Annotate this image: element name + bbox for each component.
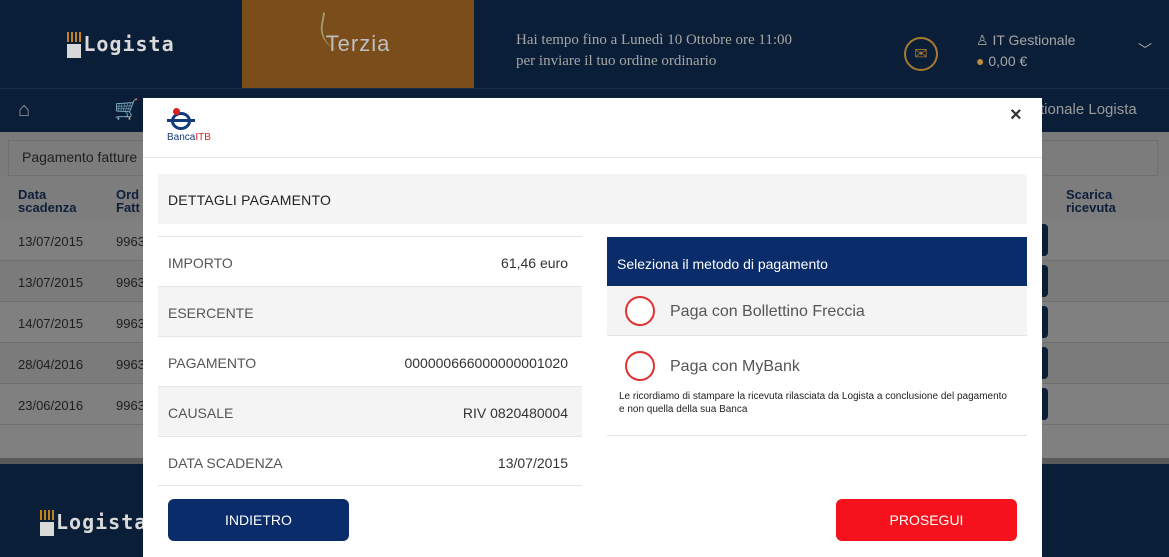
user-balance: 0,00 € — [988, 53, 1028, 69]
breadcrumb: Pagamento fatture — [22, 149, 138, 165]
mail-icon[interactable]: ✉ — [904, 37, 938, 71]
option-label[interactable]: Paga con Bollettino Freccia — [670, 303, 865, 321]
detail-row: PAGAMENTO 000000666000000001020 — [158, 336, 582, 386]
continue-button[interactable]: PROSEGUI — [836, 499, 1017, 541]
payment-details: IMPORTO 61,46 euro ESERCENTE PAGAMENTO 000… — [158, 236, 582, 486]
home-icon[interactable]: ⌂ — [18, 99, 30, 122]
bank-name: BancaITB — [167, 132, 211, 143]
user-menu[interactable]: ♙ IT Gestionale ● 0,00 € ﹀ — [976, 30, 1152, 72]
cart-icon[interactable]: 🛒 — [114, 97, 139, 122]
logista-logo[interactable]: Logista — [0, 0, 242, 88]
order-deadline-notice: Hai tempo fino a Lunedì 10 Ottobre ore 1… — [516, 32, 793, 69]
coin-icon: ● — [976, 53, 989, 69]
section-title-bar: DETTAGLI PAGAMENTO — [158, 174, 1027, 224]
col-header-date: Data scadenza — [18, 187, 77, 215]
close-icon[interactable]: × — [1010, 104, 1022, 127]
option-label[interactable]: Paga con MyBank — [670, 358, 800, 376]
detail-row: IMPORTO 61,46 euro — [158, 236, 582, 286]
radio-bollettino-freccia[interactable] — [625, 296, 655, 326]
logo-mark-icon — [67, 32, 82, 58]
modal-header: BancaITB × — [143, 98, 1042, 158]
payment-method-panel: Seleziona il metodo di pagamento Paga co… — [607, 237, 1027, 436]
user-icon: ♙ — [976, 32, 993, 48]
section-title: DETTAGLI PAGAMENTO — [168, 192, 332, 208]
payment-modal: BancaITB × DETTAGLI PAGAMENTO IMPORTO 61,… — [143, 98, 1042, 557]
logo-text: Logista — [83, 32, 175, 56]
radio-mybank[interactable] — [625, 351, 655, 381]
top-bar: Logista Terzia Hai tempo fino a Lunedì 1… — [0, 0, 1169, 88]
col-header-order: Ordi Fatt — [116, 188, 140, 214]
footer-logo: Logista — [40, 508, 147, 536]
detail-row: ESERCENTE — [158, 286, 582, 336]
receipt-note: Le ricordiamo di stampare la ricevuta ri… — [619, 391, 1007, 415]
col-header-receipt: Scarica ricevuta — [1066, 187, 1116, 215]
back-button[interactable]: INDIETRO — [168, 499, 349, 541]
user-name: IT Gestionale — [992, 32, 1076, 48]
option-bollettino-freccia[interactable]: Paga con Bollettino Freccia — [607, 286, 1027, 336]
detail-row: DATA SCADENZA 13/07/2015 — [158, 436, 582, 486]
chevron-down-icon[interactable]: ﹀ — [1138, 40, 1152, 61]
nav-item-gestionale[interactable]: tionale Logista — [1040, 101, 1137, 118]
option-mybank[interactable]: Paga con MyBank Le ricordiamo di stampar… — [607, 336, 1027, 436]
terzia-banner[interactable]: Terzia — [242, 0, 474, 88]
logo-mark-icon — [40, 510, 54, 536]
detail-row: CAUSALE RIV 0820480004 — [158, 386, 582, 436]
bank-logo-icon — [167, 108, 195, 130]
payment-method-title: Seleziona il metodo di pagamento — [607, 237, 1027, 286]
banca-itb-logo: BancaITB — [167, 108, 211, 143]
